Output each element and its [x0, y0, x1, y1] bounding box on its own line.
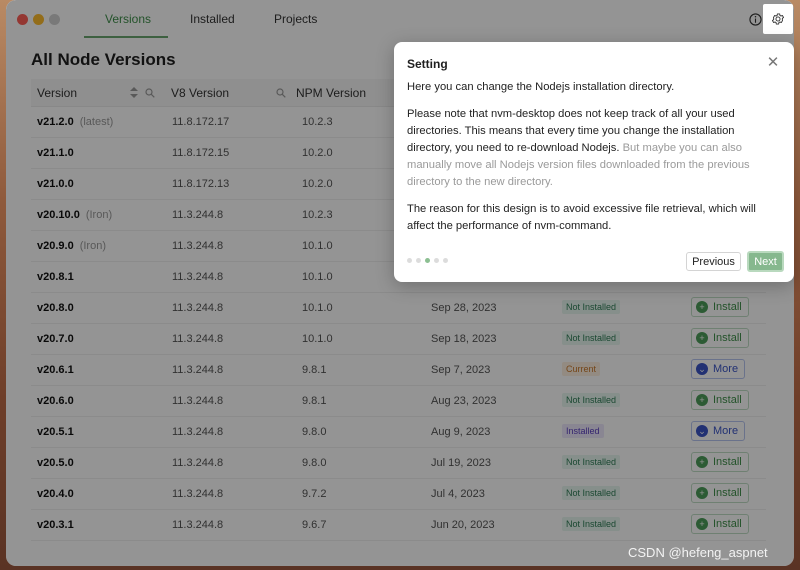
- tour-description: Here you can change the Nodejs installat…: [407, 79, 781, 245]
- step-dot: [443, 258, 448, 263]
- tour-paragraph: The reason for this design is to avoid e…: [407, 203, 756, 232]
- step-dot: [434, 258, 439, 263]
- step-dot: [425, 258, 430, 263]
- watermark: CSDN @hefeng_aspnet: [628, 545, 768, 560]
- close-icon[interactable]: ✕: [766, 55, 780, 70]
- tour-paragraph: Here you can change the Nodejs installat…: [407, 81, 675, 93]
- next-button[interactable]: Next: [747, 251, 784, 272]
- settings-button[interactable]: [763, 4, 793, 34]
- tour-paragraph: Please note that nvm-desktop does not ke…: [407, 106, 781, 191]
- step-dot: [416, 258, 421, 263]
- tour-popover: Setting ✕ Here you can change the Nodejs…: [394, 42, 794, 282]
- gear-icon: [771, 13, 785, 25]
- step-dot: [407, 258, 412, 263]
- tour-title: Setting: [407, 57, 448, 71]
- step-indicator: [407, 258, 448, 263]
- previous-button[interactable]: Previous: [686, 252, 741, 271]
